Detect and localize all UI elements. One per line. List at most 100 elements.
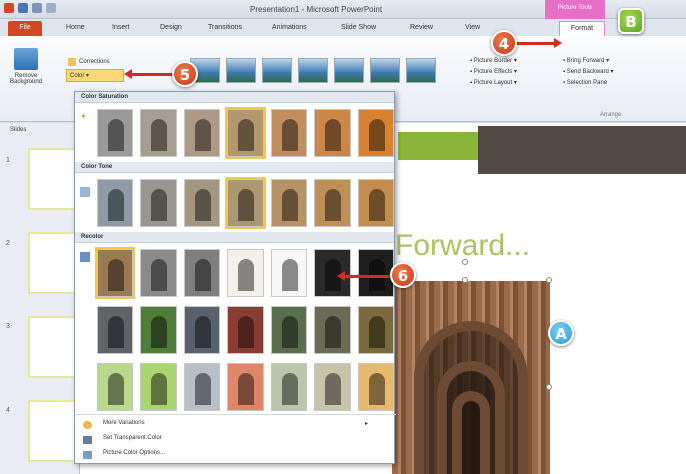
picture-styles-gallery (190, 58, 436, 83)
tab-design[interactable]: Design (160, 24, 182, 31)
tab-transitions[interactable]: Transitions (208, 24, 242, 31)
redo-icon[interactable] (46, 3, 56, 13)
resize-handle[interactable] (546, 277, 552, 283)
slide-title-text[interactable]: Forward... (395, 229, 530, 263)
tab-file[interactable]: File (8, 21, 42, 36)
color-swatch[interactable] (357, 179, 394, 227)
picture-effects-button[interactable]: ▪ Picture Effects ▾ (470, 67, 517, 78)
picture-style-thumb[interactable] (334, 58, 364, 83)
color-swatch[interactable] (183, 179, 221, 227)
arrow-step4 (516, 42, 558, 45)
pen-icon (83, 436, 92, 444)
color-swatch[interactable] (270, 179, 308, 227)
color-swatch[interactable] (357, 306, 394, 354)
color-swatch[interactable] (140, 179, 177, 227)
set-transparent-label: Set Transparent Color (103, 435, 162, 441)
resize-handle[interactable] (546, 384, 552, 390)
bring-forward-label: Bring Forward (566, 58, 605, 64)
tab-review[interactable]: Review (410, 24, 433, 31)
color-button[interactable]: Color ▾ (66, 69, 124, 82)
tab-slide-show[interactable]: Slide Show (341, 24, 376, 31)
color-swatch[interactable] (140, 306, 177, 354)
color-swatch[interactable] (357, 249, 394, 297)
color-swatch[interactable] (270, 109, 308, 157)
slide-thumbnail[interactable] (28, 148, 76, 210)
bring-forward-button[interactable]: ▪ Bring Forward ▾ (563, 56, 614, 67)
color-swatch[interactable] (270, 249, 308, 297)
saturation-row-icon: ✦ (80, 112, 87, 121)
slide-number: 2 (6, 240, 10, 247)
callout-label-a: A (548, 320, 574, 346)
set-transparent-color-item[interactable]: Set Transparent Color (75, 435, 396, 444)
picture-color-options-item[interactable]: Picture Color Options... (75, 450, 396, 459)
picture-style-thumb[interactable] (262, 58, 292, 83)
color-swatch-selected[interactable] (225, 107, 266, 159)
color-swatch[interactable] (140, 363, 177, 411)
color-swatch-selected[interactable] (225, 177, 266, 229)
color-swatch[interactable] (183, 249, 221, 297)
color-swatch[interactable] (97, 179, 134, 227)
color-swatch[interactable] (183, 363, 221, 411)
color-swatch[interactable] (270, 306, 308, 354)
more-variations-label: More Variations (103, 420, 145, 426)
tab-slides[interactable]: Slides (10, 127, 26, 133)
color-swatch[interactable] (227, 363, 264, 411)
color-swatch[interactable] (183, 306, 221, 354)
color-label: Color (70, 73, 85, 79)
selected-picture[interactable] (392, 281, 550, 474)
slide-thumbnail[interactable] (28, 400, 76, 462)
recolor-row-3 (75, 363, 394, 411)
recolor-row-icon (80, 252, 90, 262)
color-swatch[interactable] (183, 109, 221, 157)
color-swatch[interactable] (314, 179, 351, 227)
color-swatch[interactable] (357, 109, 394, 157)
picture-style-thumb[interactable] (370, 58, 400, 83)
color-swatch[interactable] (227, 249, 264, 297)
undo-icon[interactable] (32, 3, 42, 13)
rotate-handle[interactable] (462, 259, 468, 265)
slide-thumbnail[interactable] (28, 232, 76, 294)
picture-border-button[interactable]: ▪ Picture Border ▾ (470, 56, 517, 67)
tab-view[interactable]: View (465, 24, 480, 31)
corrections-button[interactable]: Corrections (68, 58, 110, 66)
arch-shape (452, 391, 490, 474)
picture-effects-label: Picture Effects (473, 69, 513, 75)
remove-background-button[interactable]: Remove Background (4, 48, 48, 85)
send-backward-button[interactable]: ▪ Send Backward ▾ (563, 67, 614, 78)
slide-thumbnail[interactable] (28, 316, 76, 378)
color-swatch[interactable] (97, 109, 134, 157)
picture-style-thumb[interactable] (298, 58, 328, 83)
slide-number: 3 (6, 323, 10, 330)
color-swatch[interactable] (97, 306, 134, 354)
color-swatch[interactable] (314, 363, 351, 411)
color-swatch[interactable] (314, 109, 351, 157)
color-swatch[interactable] (270, 363, 308, 411)
color-swatch[interactable] (140, 109, 177, 157)
callout-label-b: B (618, 8, 644, 34)
tab-format[interactable]: Format (559, 21, 605, 36)
picture-styles-commands: ▪ Picture Border ▾ ▪ Picture Effects ▾ ▪… (470, 56, 517, 89)
picture-layout-button[interactable]: ▪ Picture Layout ▾ (470, 78, 517, 89)
color-swatch[interactable] (314, 249, 351, 297)
color-swatch[interactable] (97, 363, 134, 411)
selection-pane-label: Selection Pane (566, 80, 608, 86)
save-icon[interactable] (18, 3, 28, 13)
tab-animations[interactable]: Animations (272, 24, 307, 31)
picture-style-thumb[interactable] (406, 58, 436, 83)
selection-pane-button[interactable]: ▪ Selection Pane (563, 78, 614, 89)
color-swatch[interactable] (357, 363, 394, 411)
powerpoint-logo-icon (4, 3, 14, 13)
color-swatch[interactable] (314, 306, 351, 354)
more-variations-item[interactable]: More Variations ▸ (75, 420, 396, 429)
color-swatch[interactable] (227, 306, 264, 354)
tab-home[interactable]: Home (66, 24, 85, 31)
tab-insert[interactable]: Insert (112, 24, 130, 31)
saturation-row (75, 107, 394, 159)
tone-row (75, 177, 394, 229)
picture-style-thumb[interactable] (226, 58, 256, 83)
callout-step-6: 6 (390, 262, 416, 288)
resize-handle[interactable] (462, 277, 468, 283)
color-swatch-selected[interactable] (94, 247, 136, 299)
slide-number: 1 (6, 157, 10, 164)
color-swatch[interactable] (140, 249, 177, 297)
